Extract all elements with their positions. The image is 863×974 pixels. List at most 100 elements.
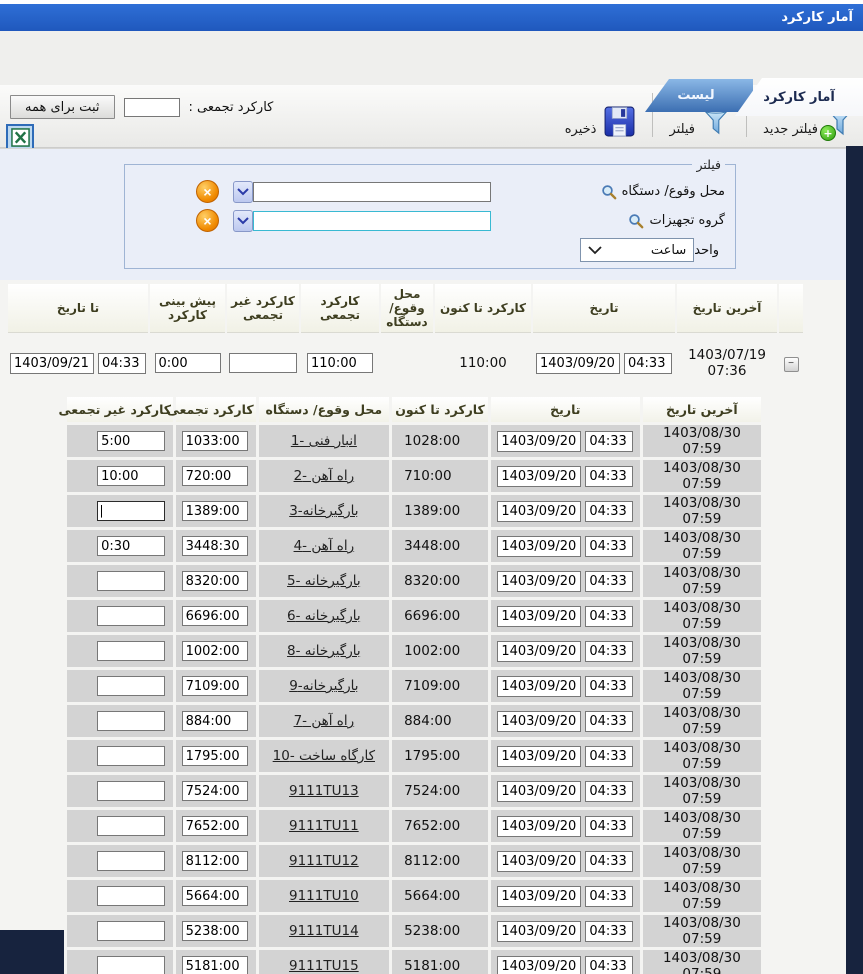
date-input[interactable] [497, 886, 581, 907]
cumulative-input[interactable] [182, 851, 248, 871]
cumulative-input[interactable] [182, 886, 248, 906]
save-button[interactable]: ذخیره [565, 104, 637, 141]
non-cumulative-input[interactable] [97, 851, 165, 871]
summary-time-input[interactable] [624, 353, 672, 374]
cumulative-input[interactable] [124, 98, 180, 117]
non-cumulative-input[interactable] [97, 886, 165, 906]
magnifier-icon[interactable] [628, 213, 644, 229]
date-input[interactable] [497, 956, 581, 974]
location-dropdown-button[interactable] [233, 181, 253, 203]
location-clear-button[interactable]: × [196, 180, 219, 203]
date-input[interactable] [497, 711, 581, 732]
device-link[interactable]: 9111TU15 [289, 958, 359, 974]
location-input[interactable] [253, 182, 491, 202]
non-cumulative-input[interactable] [97, 606, 165, 626]
non-cumulative-input[interactable] [97, 711, 165, 731]
equipment-dropdown-button[interactable] [233, 210, 253, 232]
non-cumulative-input[interactable] [97, 956, 165, 974]
non-cumulative-input[interactable] [97, 641, 165, 661]
date-input[interactable] [497, 676, 581, 697]
non-cumulative-input[interactable] [97, 746, 165, 766]
device-link[interactable]: 9111TU12 [289, 853, 359, 869]
non-cumulative-input[interactable] [97, 466, 165, 486]
tab-work-stats[interactable]: آمار کارکرد [735, 78, 863, 116]
date-input[interactable] [497, 501, 581, 522]
cumulative-input[interactable] [182, 431, 248, 451]
date-input[interactable] [497, 571, 581, 592]
device-link[interactable]: راه آهن -2 [294, 468, 355, 484]
non-cumulative-input[interactable] [97, 571, 165, 591]
cumulative-input[interactable] [182, 746, 248, 766]
cumulative-input[interactable] [182, 816, 248, 836]
cumulative-input[interactable] [182, 641, 248, 661]
equipment-clear-button[interactable]: × [196, 209, 219, 232]
cumulative-input[interactable] [182, 676, 248, 696]
time-input[interactable] [585, 571, 633, 592]
time-input[interactable] [585, 816, 633, 837]
non-cumulative-input[interactable] [97, 781, 165, 801]
cumulative-input[interactable] [182, 466, 248, 486]
date-input[interactable] [497, 431, 581, 452]
date-input[interactable] [497, 606, 581, 627]
cumulative-input[interactable] [182, 606, 248, 626]
date-input[interactable] [497, 816, 581, 837]
non-cumulative-input[interactable] [97, 501, 165, 521]
date-input[interactable] [497, 781, 581, 802]
time-input[interactable] [585, 606, 633, 627]
non-cumulative-input[interactable] [97, 536, 165, 556]
cumulative-input[interactable] [182, 921, 248, 941]
non-cumulative-input[interactable] [97, 816, 165, 836]
device-link[interactable]: 9111TU10 [289, 888, 359, 904]
summary-to-date-input[interactable] [10, 353, 94, 374]
magnifier-icon[interactable] [601, 184, 617, 200]
cumulative-input[interactable] [182, 956, 248, 974]
non-cumulative-input[interactable] [97, 676, 165, 696]
time-input[interactable] [585, 431, 633, 452]
device-link[interactable]: راه آهن -7 [294, 713, 355, 729]
non-cumulative-input[interactable] [97, 431, 165, 451]
date-input[interactable] [497, 641, 581, 662]
time-input[interactable] [585, 501, 633, 522]
submit-all-button[interactable]: ثبت برای همه [10, 95, 115, 119]
date-input[interactable] [497, 536, 581, 557]
device-link[interactable]: انبار فنی -1 [291, 433, 357, 449]
summary-cumulative-input[interactable] [307, 353, 373, 373]
unit-select[interactable]: ساعت [580, 238, 694, 262]
device-link[interactable]: بارگیرخانه -8 [287, 643, 361, 659]
summary-collapse-button[interactable]: − [784, 357, 799, 372]
cumulative-input[interactable] [182, 536, 248, 556]
time-input[interactable] [585, 676, 633, 697]
time-input[interactable] [585, 711, 633, 732]
excel-export-button[interactable] [6, 124, 34, 151]
time-input[interactable] [585, 781, 633, 802]
device-link[interactable]: 9111TU14 [289, 923, 359, 939]
device-link[interactable]: 9111TU13 [289, 783, 359, 799]
cumulative-input[interactable] [182, 501, 248, 521]
summary-to-time-input[interactable] [98, 353, 146, 374]
time-input[interactable] [585, 536, 633, 557]
cumulative-input[interactable] [182, 711, 248, 731]
device-link[interactable]: 9111TU11 [289, 818, 359, 834]
device-link[interactable]: کارگاه ساخت -10 [273, 748, 375, 764]
device-link[interactable]: راه آهن -4 [294, 538, 355, 554]
time-input[interactable] [585, 886, 633, 907]
time-input[interactable] [585, 466, 633, 487]
summary-forecast-input[interactable] [155, 353, 221, 373]
non-cumulative-input[interactable] [97, 921, 165, 941]
summary-date-input[interactable] [536, 353, 620, 374]
time-input[interactable] [585, 641, 633, 662]
equipment-input[interactable] [253, 211, 491, 231]
date-input[interactable] [497, 851, 581, 872]
device-link[interactable]: بارگیرخانه-9 [289, 678, 358, 694]
device-link[interactable]: بارگیرخانه-3 [289, 503, 358, 519]
date-input[interactable] [497, 466, 581, 487]
device-link[interactable]: بارگیرخانه -5 [287, 573, 361, 589]
date-input[interactable] [497, 921, 581, 942]
cumulative-input[interactable] [182, 781, 248, 801]
time-input[interactable] [585, 746, 633, 767]
device-link[interactable]: بارگیرخانه -6 [287, 608, 361, 624]
time-input[interactable] [585, 921, 633, 942]
cumulative-input[interactable] [182, 571, 248, 591]
time-input[interactable] [585, 956, 633, 974]
date-input[interactable] [497, 746, 581, 767]
